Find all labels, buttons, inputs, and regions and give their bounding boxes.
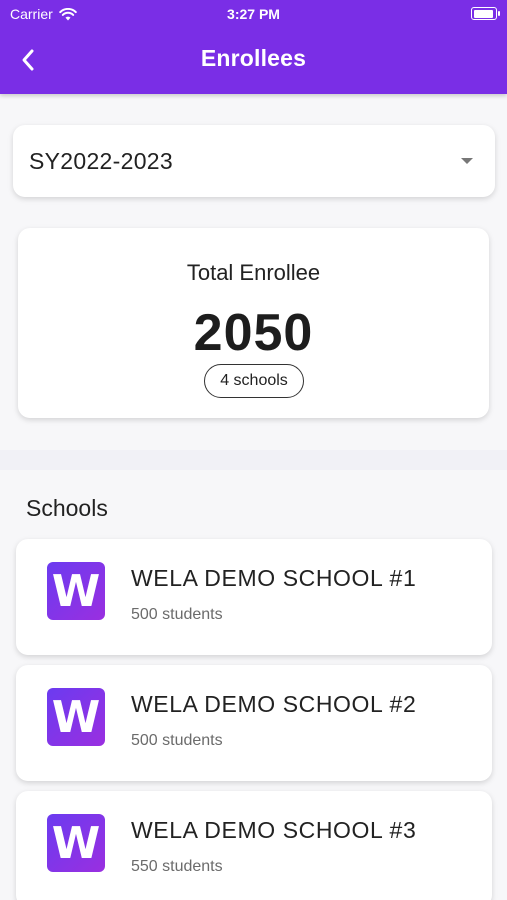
school-student-count: 500 students (131, 732, 223, 749)
school-card[interactable]: W WELA DEMO SCHOOL #3 550 students (16, 791, 492, 900)
school-logo-icon: W (47, 814, 105, 872)
school-logo-icon: W (47, 562, 105, 620)
total-enrollee-label: Total Enrollee (186, 260, 321, 285)
total-enrollee-card: Total Enrollee 2050 4 schools (18, 228, 489, 418)
dropdown-arrow-icon (461, 158, 473, 164)
school-card[interactable]: W WELA DEMO SCHOOL #1 500 students (16, 539, 492, 655)
school-student-count: 500 students (131, 606, 223, 623)
page-title: Enrollees (200, 45, 307, 71)
total-enrollee-count: 2050 (193, 304, 314, 362)
school-card[interactable]: W WELA DEMO SCHOOL #2 500 students (16, 665, 492, 781)
header: Carrier 3:27 PM Enrollees (0, 0, 507, 94)
schools-section-title: Schools (26, 495, 108, 521)
schools-count-badge: 4 schools (204, 364, 304, 398)
status-bar: Carrier 3:27 PM (0, 0, 507, 28)
school-student-count: 550 students (131, 858, 223, 875)
school-name: WELA DEMO SCHOOL #2 (131, 691, 417, 717)
school-logo-icon: W (47, 688, 105, 746)
status-time: 3:27 PM (227, 6, 280, 22)
school-year-dropdown[interactable]: SY2022-2023 (13, 125, 495, 197)
battery-icon (471, 7, 500, 20)
app-bar: Enrollees (0, 28, 507, 94)
section-divider (0, 450, 507, 470)
school-name: WELA DEMO SCHOOL #1 (131, 565, 417, 591)
school-year-value: SY2022-2023 (29, 148, 173, 174)
school-name: WELA DEMO SCHOOL #3 (131, 817, 417, 843)
enrollees-screen: Carrier 3:27 PM Enrollees SY2022-2023 To… (0, 0, 507, 900)
